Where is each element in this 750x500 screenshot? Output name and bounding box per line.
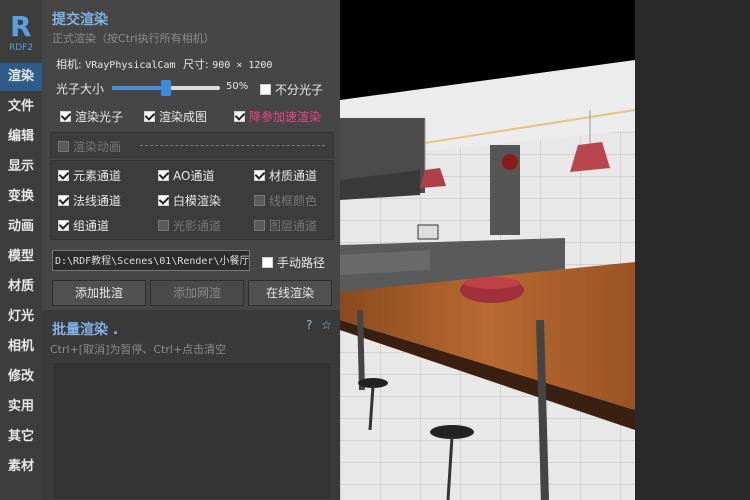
photon-size-slider[interactable]: [112, 80, 220, 96]
render-viewport[interactable]: [340, 0, 635, 500]
channel-checkbox-2[interactable]: 材质通道: [254, 167, 317, 184]
denoise-render-checkbox[interactable]: 降参加速渲染: [234, 108, 321, 125]
render-animation-checkbox[interactable]: 渲染动画: [58, 138, 121, 155]
render-photon-checkbox[interactable]: 渲染光子: [60, 108, 123, 125]
camera-row: 相机: VRayPhysicalCam 尺寸: 900 × 1200: [56, 56, 272, 72]
checkbox-box[interactable]: [158, 220, 169, 231]
render-path-input[interactable]: D:\RDF教程\Scenes\01\Render\小餐厅: [52, 250, 250, 271]
photon-size-value: 50%: [226, 81, 249, 92]
svg-text:R: R: [10, 10, 32, 40]
kitchen-render-image: [340, 0, 635, 500]
camera-value[interactable]: VRayPhysicalCam: [85, 60, 175, 71]
render-final-checkbox[interactable]: 渲染成图: [144, 108, 207, 125]
app-logo-icon: R: [10, 10, 32, 40]
online-render-button[interactable]: 在线渲染: [248, 280, 332, 306]
animation-divider: [140, 145, 325, 146]
left-sidebar: R RDF2 渲染 文件 编辑 显示 变换 动画 模型 材质 灯光 相机 修改 实用 其它 素材: [0, 0, 42, 500]
channel-checkbox-3[interactable]: 法线通道: [58, 192, 121, 209]
channel-checkbox-6[interactable]: 组通道: [58, 217, 109, 234]
photon-slider-fill: [112, 86, 166, 90]
sidebar-item-4[interactable]: 变换: [0, 183, 42, 211]
checkbox-box[interactable]: [234, 111, 245, 122]
batch-render-list[interactable]: [52, 362, 332, 500]
sidebar-item-1[interactable]: 文件: [0, 93, 42, 121]
checkbox-box[interactable]: [144, 111, 155, 122]
channel-checkbox-8[interactable]: 图层通道: [254, 217, 317, 234]
add-batch-button[interactable]: 添加批渲: [52, 280, 146, 306]
checkbox-box[interactable]: [260, 84, 271, 95]
checkbox-box[interactable]: [58, 195, 69, 206]
photon-slider-handle[interactable]: [161, 80, 171, 96]
help-icon[interactable]: ?: [306, 318, 312, 332]
batch-render-subtitle: Ctrl+[取消]为暂停、Ctrl+点击清空: [50, 343, 227, 356]
size-label: 尺寸:: [183, 58, 209, 71]
size-value: 900 × 1200: [212, 60, 273, 71]
sidebar-item-11[interactable]: 实用: [0, 393, 42, 421]
checkbox-box[interactable]: [158, 170, 169, 181]
checkbox-box[interactable]: [254, 170, 265, 181]
sidebar-item-12[interactable]: 其它: [0, 423, 42, 451]
sidebar-item-5[interactable]: 动画: [0, 213, 42, 241]
submit-render-title: 提交渲染: [52, 12, 108, 28]
right-empty-area: [635, 0, 750, 500]
star-icon[interactable]: ☆: [321, 318, 332, 332]
camera-label: 相机:: [56, 58, 82, 71]
channel-checkbox-1[interactable]: AO通道: [158, 167, 214, 184]
checkbox-box[interactable]: [262, 257, 273, 268]
manual-path-checkbox[interactable]: 手动路径: [262, 254, 325, 271]
sidebar-item-9[interactable]: 相机: [0, 333, 42, 361]
batch-render-title: 批量渲染 .: [52, 322, 119, 338]
checkbox-box[interactable]: [158, 195, 169, 206]
no-split-photon-checkbox[interactable]: 不分光子: [260, 81, 323, 98]
checkbox-box[interactable]: [58, 170, 69, 181]
photon-size-label: 光子大小: [56, 82, 105, 96]
sidebar-item-10[interactable]: 修改: [0, 363, 42, 391]
app-logo-subtitle: RDF2: [8, 43, 34, 53]
sidebar-item-0[interactable]: 渲染: [0, 63, 42, 91]
checkbox-box[interactable]: [58, 220, 69, 231]
sidebar-item-3[interactable]: 显示: [0, 153, 42, 181]
add-net-render-button[interactable]: 添加网渲: [150, 280, 244, 306]
checkbox-box[interactable]: [60, 111, 71, 122]
checkbox-box[interactable]: [58, 141, 69, 152]
channel-checkbox-7[interactable]: 光影通道: [158, 217, 221, 234]
submit-render-subtitle: 正式渲染（按Ctrl执行所有相机）: [52, 32, 215, 45]
sidebar-item-7[interactable]: 材质: [0, 273, 42, 301]
sidebar-item-6[interactable]: 模型: [0, 243, 42, 271]
sidebar-item-8[interactable]: 灯光: [0, 303, 42, 331]
sidebar-item-2[interactable]: 编辑: [0, 123, 42, 151]
sidebar-item-13[interactable]: 素材: [0, 453, 42, 481]
channel-checkbox-4[interactable]: 白模渲染: [158, 192, 221, 209]
channel-checkbox-5[interactable]: 线框颜色: [254, 192, 317, 209]
channel-checkbox-0[interactable]: 元素通道: [58, 167, 121, 184]
checkbox-box[interactable]: [254, 195, 265, 206]
checkbox-box[interactable]: [254, 220, 265, 231]
